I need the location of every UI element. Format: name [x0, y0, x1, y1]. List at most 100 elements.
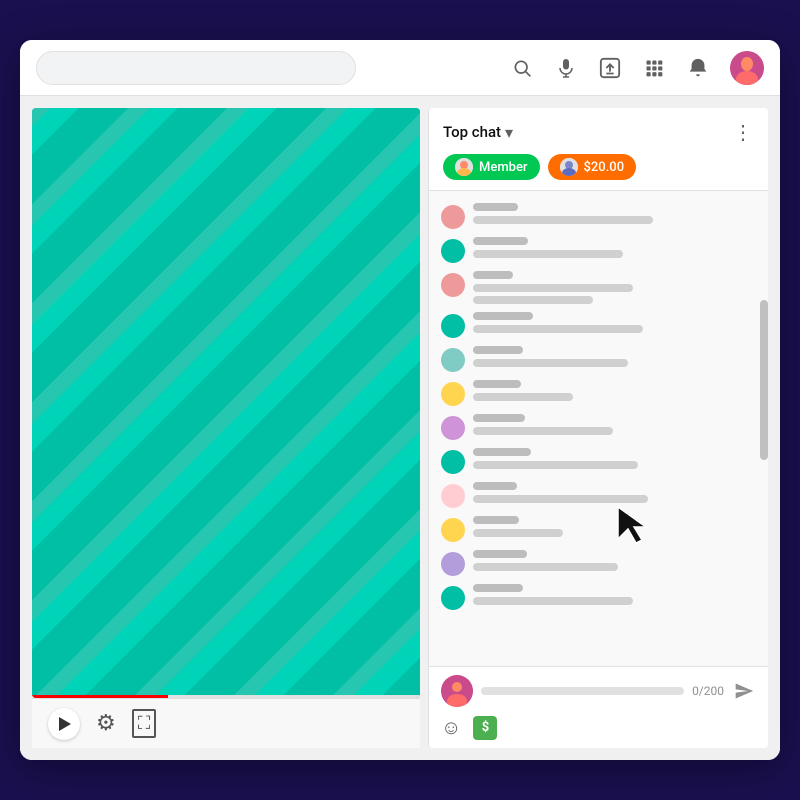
- list-item: [429, 410, 768, 444]
- chat-action-bar: ☺ $: [441, 715, 756, 740]
- video-area: ⚙ ⛶: [20, 96, 420, 760]
- top-bar: [20, 40, 780, 96]
- message-text-bar: [473, 495, 648, 503]
- chat-chips: Member $20.00: [443, 154, 754, 180]
- message-text-bar: [473, 597, 633, 605]
- message-content: [473, 516, 756, 537]
- list-item: [429, 512, 768, 546]
- video-controls: ⚙ ⛶: [32, 698, 420, 748]
- message-content: [473, 550, 756, 571]
- message-text-bar: [473, 393, 573, 401]
- username-bar: [473, 237, 528, 245]
- username-bar: [473, 482, 517, 490]
- super-chat-icon[interactable]: $: [473, 716, 497, 740]
- avatar: [441, 450, 465, 474]
- fullscreen-icon[interactable]: ⛶: [132, 709, 157, 738]
- message-text-bar: [473, 563, 618, 571]
- message-text-bar: [473, 461, 638, 469]
- donation-chip[interactable]: $20.00: [548, 154, 637, 180]
- avatar: [441, 205, 465, 229]
- message-content: [473, 380, 756, 401]
- scrollbar-thumb[interactable]: [760, 300, 768, 460]
- avatar: [441, 484, 465, 508]
- main-content: ⚙ ⛶ Top chat ▾ ⋮: [20, 96, 780, 760]
- avatar: [441, 314, 465, 338]
- user-avatar[interactable]: [730, 51, 764, 85]
- avatar: [441, 552, 465, 576]
- video-progress-fill: [32, 695, 168, 698]
- chat-panel: Top chat ▾ ⋮ Member: [428, 108, 768, 748]
- message-content: [473, 271, 756, 304]
- message-content: [473, 203, 756, 224]
- username-bar: [473, 380, 521, 388]
- avatar: [441, 518, 465, 542]
- chat-header: Top chat ▾ ⋮ Member: [429, 108, 768, 191]
- message-content: [473, 482, 756, 503]
- send-button[interactable]: [732, 679, 756, 703]
- bell-icon[interactable]: [686, 56, 710, 80]
- avatar: [441, 239, 465, 263]
- list-item: [429, 376, 768, 410]
- message-content: [473, 312, 756, 333]
- mic-icon[interactable]: [554, 56, 578, 80]
- chat-text-input[interactable]: [481, 687, 684, 695]
- video-progress-bar[interactable]: [32, 695, 420, 698]
- search-bar[interactable]: [36, 51, 356, 85]
- chevron-down-icon[interactable]: ▾: [505, 123, 513, 142]
- char-counter: 0/200: [692, 684, 724, 698]
- more-options-button[interactable]: ⋮: [733, 120, 754, 144]
- message-text-bar: [473, 359, 628, 367]
- donation-chip-label: $20.00: [584, 160, 625, 175]
- emoji-icon[interactable]: ☺: [441, 715, 461, 740]
- list-item: [429, 478, 768, 512]
- upload-icon[interactable]: [598, 56, 622, 80]
- top-icons: [510, 51, 764, 85]
- username-bar: [473, 584, 523, 592]
- chat-title: Top chat: [443, 123, 501, 141]
- avatar: [441, 273, 465, 297]
- username-bar: [473, 414, 525, 422]
- chat-messages[interactable]: [429, 191, 768, 666]
- message-text-bar: [473, 216, 653, 224]
- list-item: [429, 267, 768, 308]
- list-item: [429, 308, 768, 342]
- search-icon[interactable]: [510, 56, 534, 80]
- username-bar: [473, 203, 518, 211]
- message-content: [473, 346, 756, 367]
- list-item: [429, 233, 768, 267]
- member-chip-avatar: [455, 158, 473, 176]
- list-item: [429, 580, 768, 614]
- username-bar: [473, 312, 533, 320]
- message-text-bar2: [473, 296, 593, 304]
- username-bar: [473, 346, 523, 354]
- member-chip[interactable]: Member: [443, 154, 540, 180]
- message-text-bar: [473, 427, 613, 435]
- list-item: [429, 199, 768, 233]
- message-text-bar: [473, 284, 633, 292]
- list-item: [429, 342, 768, 376]
- message-content: [473, 584, 756, 605]
- play-button[interactable]: [48, 708, 80, 740]
- apps-icon[interactable]: [642, 56, 666, 80]
- message-content: [473, 414, 756, 435]
- username-bar: [473, 271, 513, 279]
- username-bar: [473, 448, 531, 456]
- list-item: [429, 444, 768, 478]
- avatar: [441, 382, 465, 406]
- message-text-bar: [473, 529, 563, 537]
- username-bar: [473, 550, 527, 558]
- settings-icon[interactable]: ⚙: [96, 711, 116, 736]
- chat-input-row: 0/200: [441, 675, 756, 707]
- play-icon: [59, 717, 71, 731]
- avatar: [441, 348, 465, 372]
- browser-window: ⚙ ⛶ Top chat ▾ ⋮: [20, 40, 780, 760]
- chat-title-left: Top chat ▾: [443, 123, 513, 142]
- member-chip-label: Member: [479, 160, 528, 175]
- message-text-bar: [473, 250, 623, 258]
- message-content: [473, 237, 756, 258]
- message-text-bar: [473, 325, 643, 333]
- avatar: [441, 416, 465, 440]
- user-chat-avatar: [441, 675, 473, 707]
- chat-title-row: Top chat ▾ ⋮: [443, 120, 754, 144]
- video-player[interactable]: [32, 108, 420, 698]
